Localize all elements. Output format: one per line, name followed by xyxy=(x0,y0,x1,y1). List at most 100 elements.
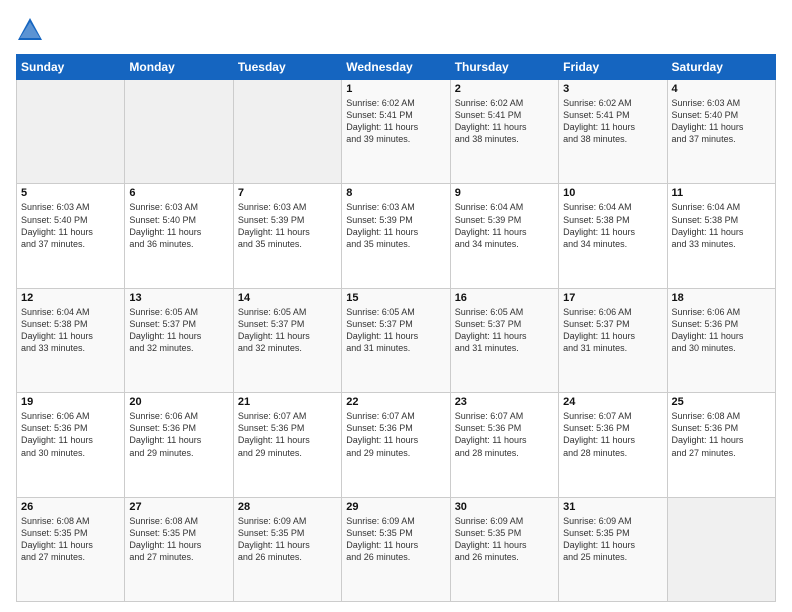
calendar-cell: 30 Sunrise: 6:09 AM Sunset: 5:35 PM Dayli… xyxy=(450,497,558,601)
calendar-cell: 14 Sunrise: 6:05 AM Sunset: 5:37 PM Dayli… xyxy=(233,288,341,392)
calendar-cell: 12 Sunrise: 6:04 AM Sunset: 5:38 PM Dayli… xyxy=(17,288,125,392)
calendar-cell: 23 Sunrise: 6:07 AM Sunset: 5:36 PM Dayli… xyxy=(450,393,558,497)
day-info: Sunrise: 6:03 AM Sunset: 5:39 PM Dayligh… xyxy=(346,201,445,250)
day-number: 1 xyxy=(346,83,445,95)
day-info: Sunrise: 6:03 AM Sunset: 5:39 PM Dayligh… xyxy=(238,201,337,250)
day-info: Sunrise: 6:03 AM Sunset: 5:40 PM Dayligh… xyxy=(21,201,120,250)
calendar-cell: 22 Sunrise: 6:07 AM Sunset: 5:36 PM Dayli… xyxy=(342,393,450,497)
day-number: 7 xyxy=(238,187,337,199)
day-number: 10 xyxy=(563,187,662,199)
day-number: 20 xyxy=(129,396,228,408)
day-number: 18 xyxy=(672,292,771,304)
page: SundayMondayTuesdayWednesdayThursdayFrid… xyxy=(0,0,792,612)
weekday-row: SundayMondayTuesdayWednesdayThursdayFrid… xyxy=(17,55,776,80)
weekday-header: Friday xyxy=(559,55,667,80)
day-number: 16 xyxy=(455,292,554,304)
day-info: Sunrise: 6:07 AM Sunset: 5:36 PM Dayligh… xyxy=(455,410,554,459)
day-number: 23 xyxy=(455,396,554,408)
calendar-cell: 18 Sunrise: 6:06 AM Sunset: 5:36 PM Dayli… xyxy=(667,288,775,392)
day-number: 12 xyxy=(21,292,120,304)
calendar-cell: 4Sunrise: 6:03 AM Sunset: 5:40 PM Daylig… xyxy=(667,80,775,184)
calendar-cell: 8 Sunrise: 6:03 AM Sunset: 5:39 PM Daylig… xyxy=(342,184,450,288)
day-info: Sunrise: 6:08 AM Sunset: 5:35 PM Dayligh… xyxy=(129,515,228,564)
calendar-cell: 31 Sunrise: 6:09 AM Sunset: 5:35 PM Dayli… xyxy=(559,497,667,601)
day-info: Sunrise: 6:07 AM Sunset: 5:36 PM Dayligh… xyxy=(563,410,662,459)
calendar-header: SundayMondayTuesdayWednesdayThursdayFrid… xyxy=(17,55,776,80)
calendar-cell: 29Sunrise: 6:09 AM Sunset: 5:35 PM Dayli… xyxy=(342,497,450,601)
calendar-week-row: 19 Sunrise: 6:06 AM Sunset: 5:36 PM Dayli… xyxy=(17,393,776,497)
calendar-cell: 21Sunrise: 6:07 AM Sunset: 5:36 PM Dayli… xyxy=(233,393,341,497)
calendar-week-row: 26 Sunrise: 6:08 AM Sunset: 5:35 PM Dayli… xyxy=(17,497,776,601)
calendar-cell: 2 Sunrise: 6:02 AM Sunset: 5:41 PM Daylig… xyxy=(450,80,558,184)
calendar-week-row: 1 Sunrise: 6:02 AM Sunset: 5:41 PM Daylig… xyxy=(17,80,776,184)
day-number: 13 xyxy=(129,292,228,304)
day-info: Sunrise: 6:02 AM Sunset: 5:41 PM Dayligh… xyxy=(563,97,662,146)
day-number: 22 xyxy=(346,396,445,408)
calendar-cell: 15 Sunrise: 6:05 AM Sunset: 5:37 PM Dayli… xyxy=(342,288,450,392)
weekday-header: Wednesday xyxy=(342,55,450,80)
calendar-cell: 3 Sunrise: 6:02 AM Sunset: 5:41 PM Daylig… xyxy=(559,80,667,184)
day-info: Sunrise: 6:04 AM Sunset: 5:38 PM Dayligh… xyxy=(672,201,771,250)
day-number: 28 xyxy=(238,501,337,513)
calendar-cell: 25Sunrise: 6:08 AM Sunset: 5:36 PM Dayli… xyxy=(667,393,775,497)
day-number: 3 xyxy=(563,83,662,95)
day-number: 2 xyxy=(455,83,554,95)
calendar-cell: 11Sunrise: 6:04 AM Sunset: 5:38 PM Dayli… xyxy=(667,184,775,288)
logo-icon xyxy=(16,16,44,44)
day-info: Sunrise: 6:06 AM Sunset: 5:36 PM Dayligh… xyxy=(21,410,120,459)
day-info: Sunrise: 6:04 AM Sunset: 5:38 PM Dayligh… xyxy=(563,201,662,250)
calendar-cell: 26Sunrise: 6:08 AM Sunset: 5:35 PM Dayli… xyxy=(17,497,125,601)
calendar-week-row: 5Sunrise: 6:03 AM Sunset: 5:40 PM Daylig… xyxy=(17,184,776,288)
day-info: Sunrise: 6:06 AM Sunset: 5:36 PM Dayligh… xyxy=(672,306,771,355)
day-info: Sunrise: 6:04 AM Sunset: 5:38 PM Dayligh… xyxy=(21,306,120,355)
calendar-cell: 1 Sunrise: 6:02 AM Sunset: 5:41 PM Daylig… xyxy=(342,80,450,184)
day-info: Sunrise: 6:05 AM Sunset: 5:37 PM Dayligh… xyxy=(455,306,554,355)
calendar-cell: 27 Sunrise: 6:08 AM Sunset: 5:35 PM Dayli… xyxy=(125,497,233,601)
calendar-cell: 20 Sunrise: 6:06 AM Sunset: 5:36 PM Dayli… xyxy=(125,393,233,497)
day-number: 9 xyxy=(455,187,554,199)
calendar-cell xyxy=(233,80,341,184)
calendar-cell: 9Sunrise: 6:04 AM Sunset: 5:39 PM Daylig… xyxy=(450,184,558,288)
day-info: Sunrise: 6:09 AM Sunset: 5:35 PM Dayligh… xyxy=(563,515,662,564)
day-info: Sunrise: 6:09 AM Sunset: 5:35 PM Dayligh… xyxy=(238,515,337,564)
day-info: Sunrise: 6:06 AM Sunset: 5:37 PM Dayligh… xyxy=(563,306,662,355)
day-info: Sunrise: 6:06 AM Sunset: 5:36 PM Dayligh… xyxy=(129,410,228,459)
calendar-cell: 13 Sunrise: 6:05 AM Sunset: 5:37 PM Dayli… xyxy=(125,288,233,392)
day-info: Sunrise: 6:05 AM Sunset: 5:37 PM Dayligh… xyxy=(346,306,445,355)
day-number: 27 xyxy=(129,501,228,513)
day-number: 6 xyxy=(129,187,228,199)
header xyxy=(16,16,776,44)
day-number: 8 xyxy=(346,187,445,199)
day-number: 31 xyxy=(563,501,662,513)
day-number: 15 xyxy=(346,292,445,304)
calendar-cell: 24Sunrise: 6:07 AM Sunset: 5:36 PM Dayli… xyxy=(559,393,667,497)
calendar-table: SundayMondayTuesdayWednesdayThursdayFrid… xyxy=(16,54,776,602)
logo xyxy=(16,16,48,44)
calendar-cell xyxy=(17,80,125,184)
day-info: Sunrise: 6:08 AM Sunset: 5:36 PM Dayligh… xyxy=(672,410,771,459)
day-info: Sunrise: 6:02 AM Sunset: 5:41 PM Dayligh… xyxy=(346,97,445,146)
day-info: Sunrise: 6:05 AM Sunset: 5:37 PM Dayligh… xyxy=(129,306,228,355)
weekday-header: Monday xyxy=(125,55,233,80)
calendar-cell xyxy=(125,80,233,184)
day-number: 19 xyxy=(21,396,120,408)
calendar-cell: 6 Sunrise: 6:03 AM Sunset: 5:40 PM Daylig… xyxy=(125,184,233,288)
day-number: 14 xyxy=(238,292,337,304)
calendar-cell: 5Sunrise: 6:03 AM Sunset: 5:40 PM Daylig… xyxy=(17,184,125,288)
calendar-cell: 10 Sunrise: 6:04 AM Sunset: 5:38 PM Dayli… xyxy=(559,184,667,288)
day-number: 26 xyxy=(21,501,120,513)
day-info: Sunrise: 6:03 AM Sunset: 5:40 PM Dayligh… xyxy=(672,97,771,146)
day-info: Sunrise: 6:09 AM Sunset: 5:35 PM Dayligh… xyxy=(455,515,554,564)
weekday-header: Thursday xyxy=(450,55,558,80)
calendar-week-row: 12 Sunrise: 6:04 AM Sunset: 5:38 PM Dayli… xyxy=(17,288,776,392)
day-number: 29 xyxy=(346,501,445,513)
day-info: Sunrise: 6:07 AM Sunset: 5:36 PM Dayligh… xyxy=(238,410,337,459)
day-info: Sunrise: 6:03 AM Sunset: 5:40 PM Dayligh… xyxy=(129,201,228,250)
day-number: 30 xyxy=(455,501,554,513)
calendar-cell: 7 Sunrise: 6:03 AM Sunset: 5:39 PM Daylig… xyxy=(233,184,341,288)
day-info: Sunrise: 6:07 AM Sunset: 5:36 PM Dayligh… xyxy=(346,410,445,459)
day-info: Sunrise: 6:02 AM Sunset: 5:41 PM Dayligh… xyxy=(455,97,554,146)
day-info: Sunrise: 6:05 AM Sunset: 5:37 PM Dayligh… xyxy=(238,306,337,355)
weekday-header: Sunday xyxy=(17,55,125,80)
calendar-cell: 17Sunrise: 6:06 AM Sunset: 5:37 PM Dayli… xyxy=(559,288,667,392)
